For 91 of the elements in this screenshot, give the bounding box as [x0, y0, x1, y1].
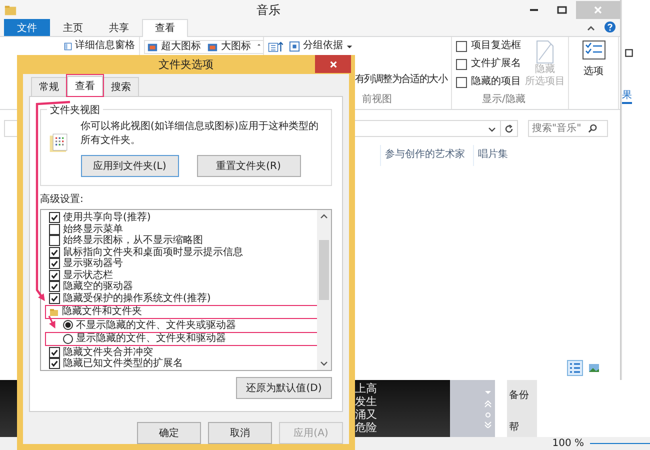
checkbox[interactable] — [49, 235, 60, 246]
section-label: 高级设置: — [40, 192, 84, 206]
details-view-button[interactable] — [567, 360, 583, 376]
setting-label: 鼠标指向文件夹和桌面项时显示提示信息 — [63, 246, 243, 258]
ribbon-tab[interactable]: 文件 — [4, 19, 50, 36]
dialog-tab[interactable]: 常规 — [31, 77, 67, 96]
close-button[interactable] — [315, 55, 351, 73]
checkbox[interactable] — [49, 246, 60, 258]
list-icon — [569, 362, 581, 374]
folder-view-button[interactable]: 重置文件夹(R) — [196, 155, 301, 177]
panel-label[interactable]: 备份 — [509, 388, 535, 402]
annotation-arrow — [48, 316, 56, 328]
maximize-icon — [557, 5, 567, 15]
checkbox[interactable] — [49, 346, 60, 358]
details-pane-button[interactable]: 详细信息窗格 — [64, 40, 135, 52]
setting-label: 隐藏空的驱动器 — [63, 281, 133, 292]
ribbon-tab[interactable]: 果 — [622, 88, 632, 104]
column-header[interactable]: 参与创作的艺术家 — [380, 145, 473, 166]
setting-label: 隐藏文件和文件夹 — [62, 306, 142, 318]
minimize-icon — [530, 9, 538, 11]
document-text: 危险 — [355, 421, 377, 434]
ribbon-checkbox[interactable]: 隐藏的项目 — [456, 76, 521, 88]
dialog-button[interactable]: 取消 — [208, 422, 272, 444]
sort-icon[interactable] — [268, 40, 283, 54]
document-text: 发生 — [355, 395, 377, 408]
picture-icon — [588, 362, 600, 374]
ribbon-checkbox[interactable]: 文件扩展名 — [456, 58, 521, 70]
radio-button[interactable] — [63, 334, 73, 344]
group-title: 文件夹视图 — [47, 103, 103, 117]
picture-icon — [207, 42, 218, 52]
pane-icon — [64, 40, 72, 52]
folder-icon — [4, 4, 17, 16]
setting-label: 隐藏文件夹合并冲突 — [63, 346, 153, 358]
scroll-down-icon[interactable] — [320, 359, 328, 367]
square-icon — [624, 48, 634, 58]
description-text: 你可以将此视图(如详细信息或图标)应用于这种类型的所有文件夹。 — [80, 120, 320, 147]
view-command[interactable]: 有列调整为合适的大小 — [354, 74, 447, 86]
layout-option[interactable]: 超大图标 — [147, 41, 201, 53]
scrollbar[interactable] — [317, 210, 331, 370]
dialog-button[interactable]: 确定 — [137, 422, 201, 444]
close-icon — [593, 5, 603, 15]
picture-icon — [147, 42, 158, 52]
checkbox[interactable] — [49, 258, 60, 270]
checkbox[interactable] — [49, 212, 60, 224]
checkbox[interactable] — [49, 270, 60, 281]
radio-button[interactable] — [63, 320, 73, 330]
panel-label[interactable]: 帮 — [509, 420, 535, 434]
ribbon-tab[interactable]: 查看 — [142, 19, 188, 37]
dropdown-icon — [346, 42, 353, 50]
refresh-icon — [504, 124, 514, 134]
document-text: 上高 — [355, 382, 377, 395]
checkbox[interactable] — [49, 358, 60, 370]
setting-label: 显示隐藏的文件、文件夹和驱动器 — [76, 333, 226, 344]
checkbox[interactable] — [49, 281, 60, 292]
dialog-tab[interactable]: 搜索 — [103, 77, 139, 96]
column-header[interactable]: 唱片集 — [473, 145, 516, 166]
zoom-level: 100 % — [552, 438, 584, 449]
search-icon — [588, 124, 597, 133]
scroll-up-icon[interactable] — [320, 213, 328, 221]
group-icon — [288, 40, 300, 52]
document-text: 涌又 — [355, 408, 377, 421]
checkbox[interactable] — [49, 224, 60, 235]
group-label: 前视图 — [362, 92, 392, 106]
chevron-down-icon — [488, 124, 496, 132]
close-icon — [328, 60, 338, 68]
setting-label: 显示状态栏 — [63, 270, 113, 281]
checkbox[interactable] — [49, 292, 60, 304]
refresh-button[interactable] — [500, 120, 518, 137]
ribbon-checkbox[interactable]: 项目复选框 — [456, 40, 521, 52]
folder-icon — [49, 306, 59, 317]
dialog-tab[interactable]: 查看 — [67, 76, 103, 97]
setting-label: 使用共享向导(推荐) — [63, 212, 151, 224]
view-command[interactable]: 分组依据 — [288, 40, 353, 52]
dialog-title: 文件夹选项 — [158, 57, 214, 72]
setting-label: 始终显示菜单 — [63, 224, 123, 235]
setting-label: 始终显示图标，从不显示缩略图 — [63, 235, 203, 246]
ribbon-tab[interactable]: 主页 — [50, 19, 96, 36]
checklist-icon — [582, 40, 606, 60]
document-icon — [535, 40, 555, 64]
setting-label: 隐藏已知文件类型的扩展名 — [63, 358, 183, 370]
restore-defaults-button[interactable]: 还原为默认值(D) — [236, 377, 332, 399]
setting-label: 显示驱动器号 — [63, 258, 123, 270]
folder-view-button[interactable]: 应用到文件夹(L) — [80, 155, 179, 177]
help-icon[interactable] — [604, 21, 616, 33]
ribbon-tab[interactable]: 共享 — [96, 19, 142, 36]
setting-label: 不显示隐藏的文件、文件夹或驱动器 — [76, 320, 236, 331]
window-title: 音乐 — [256, 2, 282, 18]
options-button[interactable]: 选项 — [582, 40, 606, 106]
group-label: 显示/隐藏 — [482, 92, 526, 106]
layout-option[interactable]: 大图标 — [207, 41, 251, 53]
setting-label: 隐藏受保护的操作系统文件(推荐) — [63, 292, 211, 304]
